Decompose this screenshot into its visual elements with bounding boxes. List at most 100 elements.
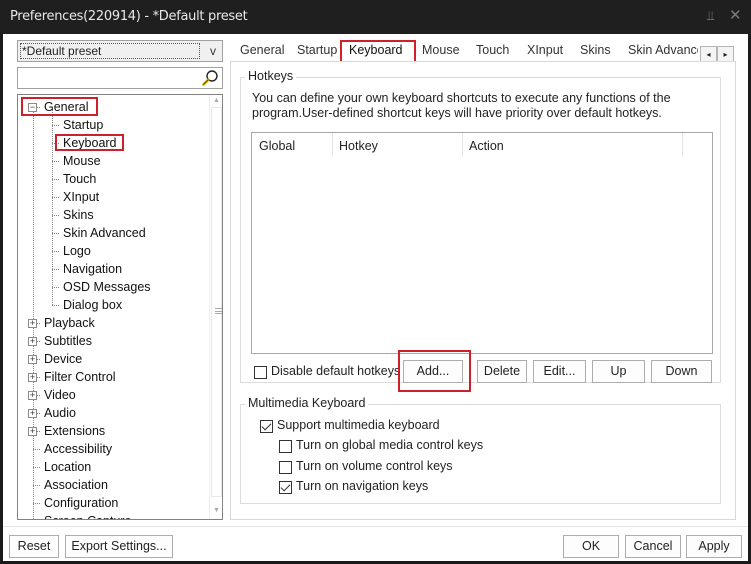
tree-connector: [33, 449, 40, 450]
export-settings-label: Export Settings...: [71, 539, 167, 553]
preset-dropdown[interactable]: *Default preset v: [17, 40, 223, 62]
search-field[interactable]: [17, 67, 223, 89]
tree-item-configuration[interactable]: Configuration: [18, 494, 208, 512]
column-header-hotkey[interactable]: Hotkey: [339, 139, 378, 153]
tree-item-highlight: [21, 97, 98, 116]
chevron-down-icon[interactable]: v: [210, 44, 216, 58]
tree-item-label: Location: [44, 460, 92, 474]
tree-scroll-thumb[interactable]: [211, 107, 222, 497]
tab-skin-advance[interactable]: Skin Advance: [628, 43, 698, 57]
scroll-up-icon[interactable]: ▲: [213, 97, 220, 104]
tree-item-video[interactable]: + Video: [18, 386, 208, 404]
tree-item-dialog-box[interactable]: Dialog box: [18, 296, 208, 314]
column-separator[interactable]: [332, 133, 333, 157]
tree-item-label: XInput: [63, 190, 100, 204]
tree-connector: [52, 125, 59, 126]
tree-connector: [52, 305, 59, 306]
multimedia-keyboard-group: Multimedia Keyboard Support multimedia k…: [240, 396, 721, 504]
column-separator[interactable]: [462, 133, 463, 157]
tree-scrollbar[interactable]: ▲ ▼: [209, 95, 222, 519]
hotkeys-list[interactable]: Global Hotkey Action: [251, 132, 713, 354]
expand-icon[interactable]: +: [28, 355, 37, 364]
tree-item-osd-messages[interactable]: OSD Messages: [18, 278, 208, 296]
tab-startup[interactable]: Startup: [297, 43, 337, 57]
tree-item-label: Touch: [63, 172, 97, 186]
search-input[interactable]: [20, 70, 196, 86]
expand-icon[interactable]: +: [28, 319, 37, 328]
move-up-button[interactable]: Up: [592, 360, 645, 383]
multimedia-option-checkbox[interactable]: [260, 420, 273, 433]
cancel-button[interactable]: Cancel: [625, 535, 681, 558]
reset-button[interactable]: Reset: [9, 535, 59, 558]
apply-button[interactable]: Apply: [686, 535, 742, 558]
tab-general[interactable]: General: [240, 43, 284, 57]
disable-default-hotkeys-label[interactable]: Disable default hotkeys: [271, 364, 400, 378]
tree-item-skins[interactable]: Skins: [18, 206, 208, 224]
tree-item-device[interactable]: + Device: [18, 350, 208, 368]
tree-item-skin-advanced[interactable]: Skin Advanced: [18, 224, 208, 242]
tree-item-screen-capture[interactable]: Screen Capture: [18, 512, 208, 519]
tree-item-playback[interactable]: + Playback: [18, 314, 208, 332]
multimedia-option-checkbox[interactable]: [279, 481, 292, 494]
tree-item-association[interactable]: Association: [18, 476, 208, 494]
delete-hotkey-button[interactable]: Delete: [477, 360, 527, 383]
tree-item-extensions[interactable]: + Extensions: [18, 422, 208, 440]
tab-touch[interactable]: Touch: [476, 43, 509, 57]
dialog-client: *Default preset v ▲ ▼ − General Startup Key…: [3, 34, 748, 561]
tree-item-label: Subtitles: [44, 334, 92, 348]
settings-tree[interactable]: ▲ ▼ − General Startup Keyboard Mouse Touch XIn…: [17, 94, 223, 520]
tree-item-touch[interactable]: Touch: [18, 170, 208, 188]
tree-item-label: Audio: [44, 406, 76, 420]
multimedia-option-label[interactable]: Support multimedia keyboard: [277, 418, 440, 432]
tree-connector: [52, 287, 59, 288]
expand-icon[interactable]: +: [28, 373, 37, 382]
tree-item-location[interactable]: Location: [18, 458, 208, 476]
hotkeys-description-line1: You can define your own keyboard shortcu…: [252, 91, 671, 105]
pin-icon[interactable]: ⫫: [707, 9, 714, 23]
hotkeys-description-line2: program.User-defined shortcut keys will …: [252, 106, 662, 120]
column-separator[interactable]: [682, 133, 683, 157]
move-down-button[interactable]: Down: [651, 360, 712, 383]
multimedia-option-checkbox[interactable]: [279, 461, 292, 474]
disable-default-hotkeys-checkbox[interactable]: [254, 366, 267, 379]
tree-item-subtitles[interactable]: + Subtitles: [18, 332, 208, 350]
preferences-window: Preferences(220914) - *Default preset ⫫ …: [0, 0, 751, 564]
tree-item-logo[interactable]: Logo: [18, 242, 208, 260]
expand-icon[interactable]: +: [28, 337, 37, 346]
tab-mouse[interactable]: Mouse: [422, 43, 460, 57]
tree-item-label: Startup: [63, 118, 104, 132]
expand-icon[interactable]: +: [28, 391, 37, 400]
keyboard-tab-page: Hotkeys You can define your own keyboard…: [230, 61, 736, 520]
tree-connector: [52, 161, 59, 162]
search-icon[interactable]: [201, 69, 219, 87]
tab-xinput[interactable]: XInput: [527, 43, 563, 57]
multimedia-option-label[interactable]: Turn on volume control keys: [296, 459, 453, 473]
tree-item-audio[interactable]: + Audio: [18, 404, 208, 422]
export-settings-button[interactable]: Export Settings...: [65, 535, 173, 558]
reset-label: Reset: [17, 539, 51, 553]
expand-icon[interactable]: +: [28, 427, 37, 436]
tree-item-mouse[interactable]: Mouse: [18, 152, 208, 170]
grip-icon: [215, 308, 222, 314]
tree-item-accessibility[interactable]: Accessibility: [18, 440, 208, 458]
edit-hotkey-button[interactable]: Edit...: [533, 360, 586, 383]
tree-item-navigation[interactable]: Navigation: [18, 260, 208, 278]
column-header-global[interactable]: Global: [259, 139, 295, 153]
tab-skins[interactable]: Skins: [580, 43, 611, 57]
multimedia-option-checkbox[interactable]: [279, 440, 292, 453]
tree-connector: [52, 215, 59, 216]
column-header-action[interactable]: Action: [469, 139, 504, 153]
expand-icon[interactable]: +: [28, 409, 37, 418]
multimedia-option-label[interactable]: Turn on global media control keys: [296, 438, 483, 452]
close-icon[interactable]: ✕: [729, 8, 742, 23]
tree-item-xinput[interactable]: XInput: [18, 188, 208, 206]
ok-button[interactable]: OK: [563, 535, 619, 558]
tree-item-startup[interactable]: Startup: [18, 116, 208, 134]
tree-item-filter-control[interactable]: + Filter Control: [18, 368, 208, 386]
tree-item-label: Mouse: [63, 154, 101, 168]
window-title: Preferences(220914) - *Default preset: [10, 9, 248, 24]
multimedia-option-label[interactable]: Turn on navigation keys: [296, 479, 428, 493]
scroll-down-icon[interactable]: ▼: [213, 507, 220, 514]
tree-connector: [52, 233, 59, 234]
tree-item-label: Navigation: [63, 262, 123, 276]
